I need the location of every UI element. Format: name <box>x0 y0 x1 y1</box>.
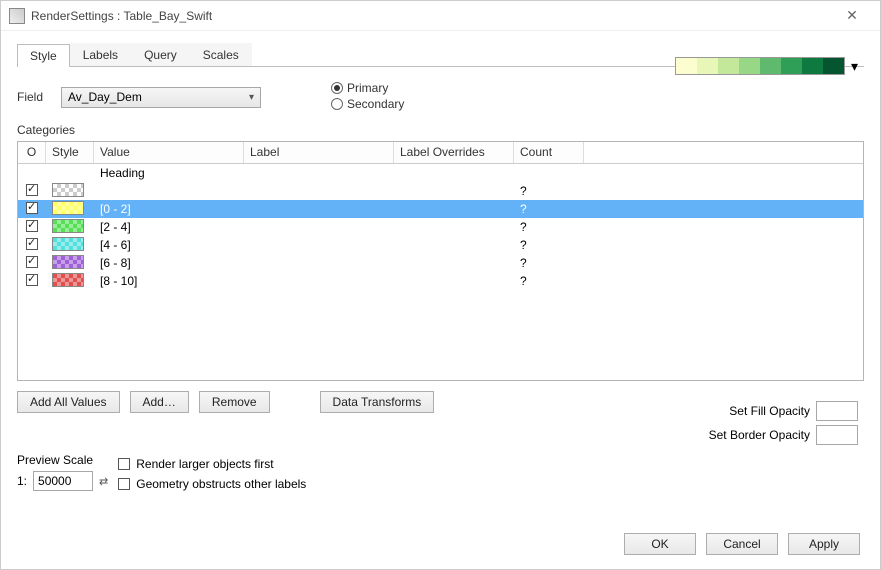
color-ramp-row: ▾ <box>675 57 858 75</box>
row-value: [4 - 6] <box>94 238 244 252</box>
row-count: ? <box>514 202 584 216</box>
secondary-radio[interactable]: Secondary <box>331 97 404 111</box>
style-swatch[interactable] <box>52 255 84 269</box>
tab-query[interactable]: Query <box>131 43 190 66</box>
style-swatch[interactable] <box>52 219 84 233</box>
row-visible-checkbox[interactable] <box>26 238 38 250</box>
row-visible-checkbox[interactable] <box>26 274 38 286</box>
col-overrides[interactable]: Label Overrides <box>394 142 514 163</box>
cancel-button[interactable]: Cancel <box>706 533 778 555</box>
style-swatch[interactable] <box>52 183 84 197</box>
row-count: ? <box>514 184 584 198</box>
field-row: Field Av_Day_Dem ▾ Primary Secondary <box>17 81 864 113</box>
preview-scale-input[interactable] <box>33 471 93 491</box>
data-transforms-button[interactable]: Data Transforms <box>320 391 435 413</box>
style-swatch[interactable] <box>52 201 84 215</box>
ramp-menu-button[interactable]: ▾ <box>851 58 858 75</box>
row-value: [0 - 2] <box>94 202 244 216</box>
tab-scales[interactable]: Scales <box>190 43 252 66</box>
geometry-obstructs-checkbox[interactable]: Geometry obstructs other labels <box>118 477 306 491</box>
ok-button[interactable]: OK <box>624 533 696 555</box>
app-icon <box>9 8 25 24</box>
row-count: ? <box>514 274 584 288</box>
table-row[interactable]: [6 - 8]? <box>18 254 863 272</box>
border-opacity-input[interactable] <box>816 425 858 445</box>
style-swatch[interactable] <box>52 273 84 287</box>
col-style[interactable]: Style <box>46 142 94 163</box>
field-select-value: Av_Day_Dem <box>68 90 142 104</box>
grid-body: Heading ?[0 - 2]?[2 - 4]?[4 - 6]?[6 - 8]… <box>18 164 863 290</box>
row-visible-checkbox[interactable] <box>26 184 38 196</box>
radio-icon <box>331 82 343 94</box>
row-value: [6 - 8] <box>94 256 244 270</box>
row-value: [8 - 10] <box>94 274 244 288</box>
row-visible-checkbox[interactable] <box>26 256 38 268</box>
col-value[interactable]: Value <box>94 142 244 163</box>
style-swatch[interactable] <box>52 237 84 251</box>
checkbox-icon <box>118 458 130 470</box>
categories-grid: O Style Value Label Label Overrides Coun… <box>17 141 864 381</box>
fill-opacity-label: Set Fill Opacity <box>729 404 810 418</box>
tab-labels[interactable]: Labels <box>70 43 131 66</box>
checkbox-icon <box>118 478 130 490</box>
col-count[interactable]: Count <box>514 142 584 163</box>
primary-radio[interactable]: Primary <box>331 81 404 95</box>
row-count: ? <box>514 220 584 234</box>
apply-button[interactable]: Apply <box>788 533 860 555</box>
title-bar: RenderSettings : Table_Bay_Swift ✕ <box>1 1 880 31</box>
render-settings-dialog: RenderSettings : Table_Bay_Swift ✕ Style… <box>0 0 881 570</box>
add-button[interactable]: Add… <box>130 391 189 413</box>
table-row[interactable]: [2 - 4]? <box>18 218 863 236</box>
categories-label: Categories <box>17 123 864 137</box>
row-visible-checkbox[interactable] <box>26 202 38 214</box>
col-label[interactable]: Label <box>244 142 394 163</box>
chevron-down-icon: ▾ <box>249 92 254 103</box>
legend-type-radios: Primary Secondary <box>331 81 404 113</box>
fill-opacity-input[interactable] <box>816 401 858 421</box>
table-row[interactable]: [4 - 6]? <box>18 236 863 254</box>
group-heading-row[interactable]: Heading <box>18 164 863 182</box>
dialog-content: StyleLabelsQueryScales Field Av_Day_Dem … <box>1 31 880 503</box>
opacity-block: Set Fill Opacity Set Border Opacity <box>709 401 858 449</box>
col-o[interactable]: O <box>18 142 46 163</box>
row-count: ? <box>514 238 584 252</box>
row-value: [2 - 4] <box>94 220 244 234</box>
tab-style[interactable]: Style <box>17 44 70 67</box>
dialog-footer: OK Cancel Apply <box>624 533 860 555</box>
table-row[interactable]: [0 - 2]? <box>18 200 863 218</box>
table-row[interactable]: [8 - 10]? <box>18 272 863 290</box>
remove-button[interactable]: Remove <box>199 391 270 413</box>
scale-sync-icon[interactable]: ⇄ <box>99 475 108 488</box>
row-count: ? <box>514 256 584 270</box>
radio-icon <box>331 98 343 110</box>
preview-scale-prefix: 1: <box>17 474 27 488</box>
preview-row: Preview Scale 1: ⇄ Render larger objects… <box>17 453 864 491</box>
render-larger-first-checkbox[interactable]: Render larger objects first <box>118 457 306 471</box>
preview-scale-label: Preview Scale <box>17 453 108 467</box>
grid-header: O Style Value Label Label Overrides Coun… <box>18 142 863 164</box>
table-row[interactable]: ? <box>18 182 863 200</box>
row-visible-checkbox[interactable] <box>26 220 38 232</box>
color-ramp[interactable] <box>675 57 845 75</box>
window-title: RenderSettings : Table_Bay_Swift <box>31 9 832 23</box>
field-select[interactable]: Av_Day_Dem ▾ <box>61 87 261 108</box>
close-button[interactable]: ✕ <box>832 7 872 24</box>
field-label: Field <box>17 90 61 104</box>
border-opacity-label: Set Border Opacity <box>709 428 810 442</box>
add-all-values-button[interactable]: Add All Values <box>17 391 120 413</box>
